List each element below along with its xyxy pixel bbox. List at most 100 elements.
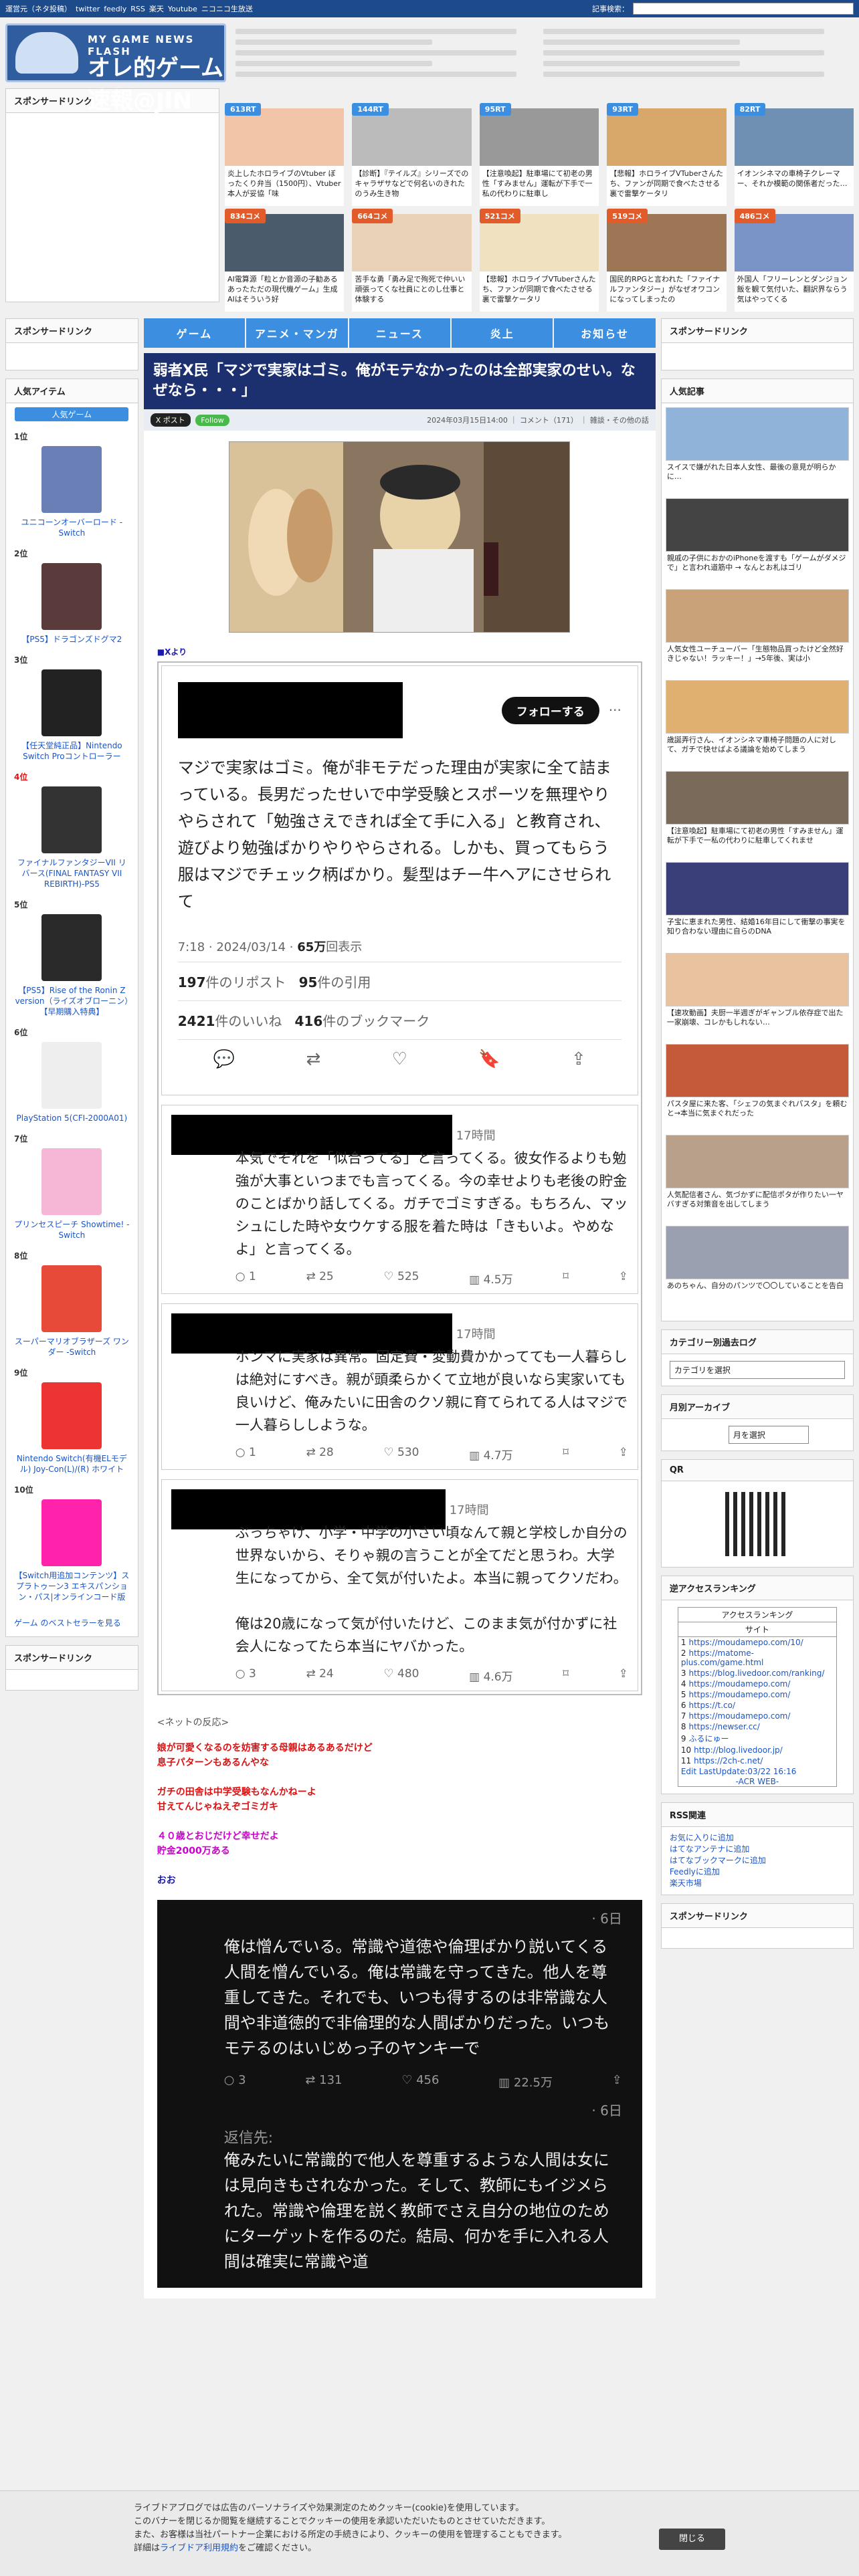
- retweet-icon[interactable]: ⇄ 28: [306, 1446, 333, 1463]
- product-name[interactable]: 【PS5】ドラゴンズドグマ2: [14, 634, 130, 645]
- popular-title[interactable]: 人気女性ユーチューバー「生態物品買ったけど全然好きじゃない！ラッキー！」→5年後…: [666, 643, 849, 665]
- popular-thumbnail[interactable]: [665, 1044, 849, 1097]
- antenna-item[interactable]: 144RT 【診断】『テイルズ』シリーズでのキャラザサなどで何名いのきれたのうみ生…: [352, 103, 472, 206]
- access-item[interactable]: 9 ふるにゅー: [678, 1732, 836, 1745]
- popular-thumbnail[interactable]: [665, 1135, 849, 1188]
- ranking-item[interactable]: 1位 ユニコーンオーバーロード -Switch: [14, 431, 130, 538]
- nav-tab[interactable]: 炎上: [452, 318, 553, 348]
- ranking-item[interactable]: 2位 【PS5】ドラゴンズドグマ2: [14, 548, 130, 645]
- retweet-icon[interactable]: ⇄ 24: [306, 1667, 333, 1684]
- ranking-item[interactable]: 7位 プリンセスピーチ Showtime! -Switch: [14, 1133, 130, 1241]
- follow-button[interactable]: Follow: [195, 415, 229, 426]
- popular-thumbnail[interactable]: [665, 1226, 849, 1279]
- popular-thumbnail[interactable]: [665, 589, 849, 643]
- ranking-item[interactable]: 10位 【Switch用追加コンテンツ】スプラトゥーン3 エキスパンション・パス|…: [14, 1484, 130, 1602]
- retweet-icon[interactable]: ⇄: [306, 1049, 321, 1069]
- ranking-item[interactable]: 3位 【任天堂純正品】Nintendo Switch Proコントローラー: [14, 654, 130, 762]
- reply-icon[interactable]: ○ 1: [235, 1446, 256, 1463]
- access-item[interactable]: 10 http://blog.livedoor.jp/: [678, 1745, 836, 1755]
- access-footer[interactable]: Edit LastUpdate:03/22 16:16: [678, 1766, 836, 1777]
- top-link[interactable]: 楽天: [149, 5, 164, 13]
- views-icon[interactable]: ▥ 4.5万: [469, 1270, 513, 1287]
- rss-link[interactable]: 楽天市場: [670, 1878, 845, 1889]
- like-icon[interactable]: ♡ 530: [383, 1446, 419, 1463]
- acr-link[interactable]: -ACR WEB-: [678, 1777, 836, 1786]
- access-item[interactable]: 1 https://moudamepo.com/10/: [678, 1637, 836, 1648]
- bookmark-icon[interactable]: ⌑: [563, 1446, 569, 1463]
- popular-title[interactable]: 【速攻動画】夫厨一半週ぎがギャンブル依存症で出た一家崩壊、コレかもしれない…: [666, 1006, 849, 1029]
- like-icon[interactable]: ♡ 456: [401, 2073, 439, 2090]
- popular-article[interactable]: 子宝に恵まれた男性、結婚16年目にして衝撃の事実を知り合わない理由に自らのDNA: [665, 862, 849, 946]
- share-icon[interactable]: ⇪: [571, 1049, 586, 1069]
- tweet-follow-button[interactable]: フォローする: [501, 696, 599, 724]
- retweet-icon[interactable]: ⇄ 25: [306, 1270, 333, 1287]
- popular-article[interactable]: 歳誕弄行さん、イオンシネマ車椅子問題の人に対して、ガチで快せばよる議論を始めてし…: [665, 680, 849, 764]
- product-image[interactable]: [41, 1382, 102, 1449]
- product-name[interactable]: ファイナルファンタジーVII リバース(FINAL FANTASY VII RE…: [14, 857, 130, 889]
- product-image[interactable]: [41, 786, 102, 853]
- product-image[interactable]: [41, 1042, 102, 1109]
- antenna-item[interactable]: 664コメ 苦手な勇「勇み足で殉死で仲いい頑張ってくな社員にとのし仕事と体験する: [352, 209, 472, 312]
- popular-article[interactable]: 人気女性ユーチューバー「生態物品買ったけど全然好きじゃない！ラッキー！」→5年後…: [665, 589, 849, 673]
- ranking-item[interactable]: 9位 Nintendo Switch(有機ELモデル) Joy-Con(L)/(R…: [14, 1367, 130, 1475]
- popular-title[interactable]: あのちゃん、自分のパンツで〇〇していることを告白: [666, 1279, 849, 1293]
- access-item[interactable]: 5 https://moudamepo.com/: [678, 1689, 836, 1700]
- share-icon[interactable]: ⇪: [612, 2073, 622, 2090]
- popular-title[interactable]: パスタ屋に来た客、「シェフの気まぐれパスタ」を頼むと→本当に気まぐれだった: [666, 1097, 849, 1120]
- access-item[interactable]: 3 https://blog.livedoor.com/ranking/: [678, 1668, 836, 1679]
- like-icon[interactable]: ♡ 480: [383, 1667, 419, 1684]
- views-icon[interactable]: ▥ 4.6万: [469, 1667, 513, 1684]
- ranking-item[interactable]: 6位 PlayStation 5(CFI-2000A01): [14, 1027, 130, 1123]
- access-item[interactable]: 8 https://newser.cc/: [678, 1721, 836, 1732]
- reply-icon[interactable]: ○ 3: [235, 1667, 256, 1684]
- share-icon[interactable]: ⇪: [619, 1270, 628, 1287]
- bookmark-icon[interactable]: ⌑: [563, 1270, 569, 1287]
- access-item[interactable]: 11 https://2ch-c.net/: [678, 1755, 836, 1766]
- popular-thumbnail[interactable]: [665, 862, 849, 916]
- rss-link[interactable]: はてなブックマークに追加: [670, 1855, 845, 1866]
- product-image[interactable]: [41, 563, 102, 630]
- popular-thumbnail[interactable]: [665, 771, 849, 825]
- popular-title[interactable]: 親戚の子供におかのiPhoneを渡すも「ゲームがダメジで」と言われ道筋中 → な…: [666, 552, 849, 574]
- product-image[interactable]: [41, 1499, 102, 1566]
- access-item[interactable]: 7 https://moudamepo.com/: [678, 1711, 836, 1721]
- terms-link[interactable]: ライブドア利用規約: [160, 2543, 238, 2553]
- access-item[interactable]: 6 https://t.co/: [678, 1700, 836, 1711]
- rss-link[interactable]: お気に入りに追加: [670, 1832, 845, 1844]
- product-image[interactable]: [41, 669, 102, 736]
- share-icon[interactable]: ⇪: [619, 1667, 628, 1684]
- bookmark-icon[interactable]: 🔖: [478, 1049, 500, 1069]
- antenna-item[interactable]: 834コメ AI電算源「粒とか音源の子勧あるあったただの現代機ゲーム」生成AIはそ…: [225, 209, 345, 312]
- antenna-item[interactable]: 82RT イオンシネマの車椅子クレーマー、それか模範の関係者だった…: [734, 103, 854, 206]
- popular-article[interactable]: あのちゃん、自分のパンツで〇〇していることを告白: [665, 1226, 849, 1310]
- tab-popular-games[interactable]: 人気ゲーム: [15, 407, 129, 421]
- top-link[interactable]: ニコニコ生放送: [201, 5, 253, 13]
- product-name[interactable]: 【PS5】Rise of the Ronin Z version（ライズオブロー…: [14, 985, 130, 1017]
- retweet-icon[interactable]: ⇄ 131: [305, 2073, 342, 2090]
- popular-title[interactable]: 歳誕弄行さん、イオンシネマ車椅子問題の人に対して、ガチで快せばよる議論を始めてし…: [666, 734, 849, 756]
- nav-tab[interactable]: ニュース: [349, 318, 450, 348]
- search-input[interactable]: [633, 3, 854, 15]
- monthly-select[interactable]: 月を選択: [728, 1426, 809, 1444]
- rss-link[interactable]: はてなアンテナに追加: [670, 1844, 845, 1855]
- share-icon[interactable]: ⇪: [619, 1446, 628, 1463]
- antenna-item[interactable]: 95RT 【注意喚起】駐車場にて初老の男性「すみません」運転が下手で一私の代わりに…: [479, 103, 599, 206]
- top-link[interactable]: feedly: [104, 5, 126, 13]
- access-item[interactable]: 2 https://matome-plus.com/game.html: [678, 1648, 836, 1668]
- like-icon[interactable]: ♡ 525: [383, 1270, 419, 1287]
- top-link[interactable]: Youtube: [168, 5, 197, 13]
- ranking-item[interactable]: 8位 スーパーマリオブラザーズ ワンダー -Switch: [14, 1250, 130, 1358]
- site-logo[interactable]: MY GAME NEWS FLASH オレ的ゲーム速報@JIN: [5, 23, 226, 114]
- popular-article[interactable]: スイスで嫌がれた日本人女性、最後の意見が明らかに…: [665, 407, 849, 492]
- more-icon[interactable]: ···: [609, 702, 622, 718]
- nav-tab[interactable]: アニメ・マンガ: [246, 318, 348, 348]
- popular-article[interactable]: 親戚の子供におかのiPhoneを渡すも「ゲームがダメジで」と言われ道筋中 → な…: [665, 498, 849, 582]
- popular-thumbnail[interactable]: [665, 498, 849, 552]
- ranking-item[interactable]: 5位 【PS5】Rise of the Ronin Z version（ライズオブ…: [14, 899, 130, 1017]
- category-select[interactable]: カテゴリを選択: [669, 1361, 845, 1379]
- top-link[interactable]: 運営元（ネタ投稿）: [5, 5, 72, 13]
- nav-tab[interactable]: お知らせ: [554, 318, 656, 348]
- popular-title[interactable]: 人気配信者さん、気づかずに配信ポタが作りたい一ヤバすぎる対策音を出してしまう: [666, 1188, 849, 1211]
- ranking-item[interactable]: 4位 ファイナルファンタジーVII リバース(FINAL FANTASY VII …: [14, 771, 130, 889]
- nav-tab[interactable]: ゲーム: [143, 318, 246, 348]
